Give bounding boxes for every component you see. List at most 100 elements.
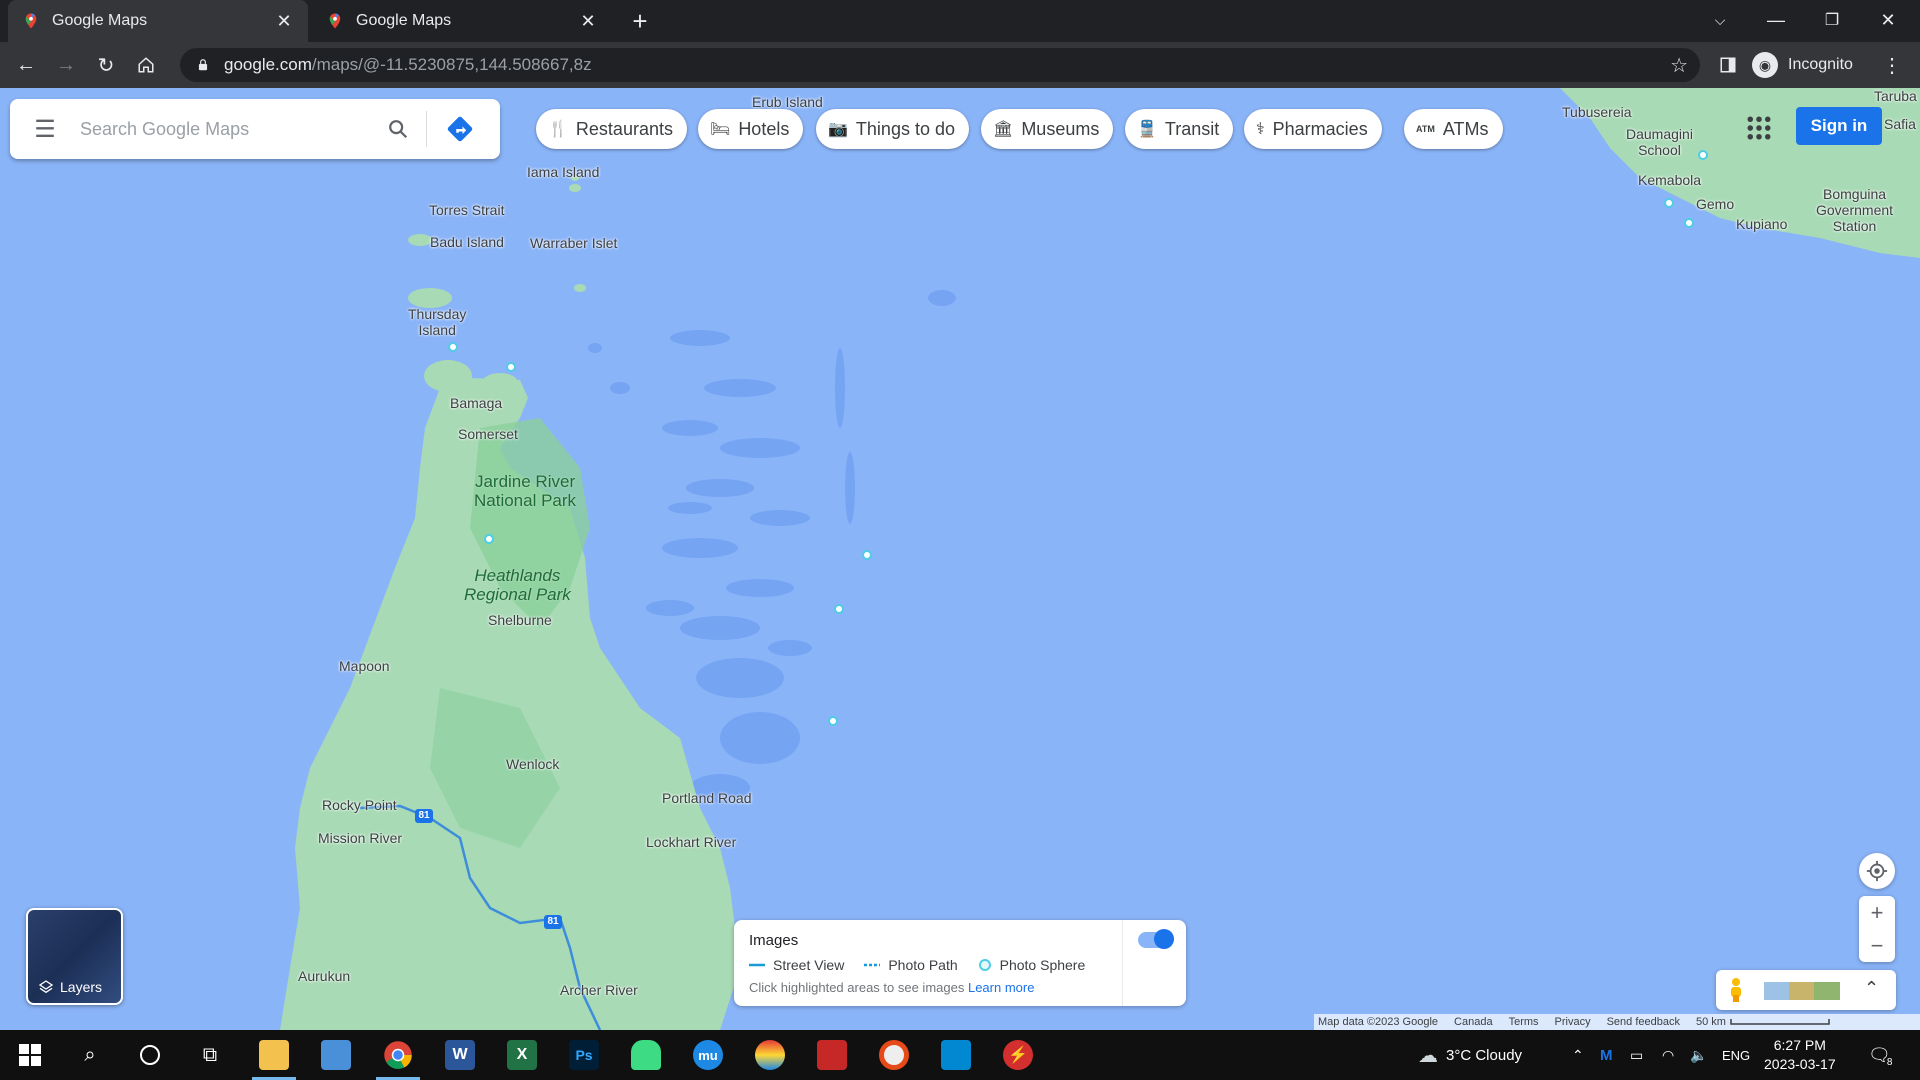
address-bar[interactable]: google.com/maps/@-11.5230875,144.508667,… (180, 48, 1700, 82)
close-tab-icon[interactable]: ✕ (578, 11, 598, 32)
photo-sphere-marker[interactable] (448, 342, 458, 352)
tray-app-icon[interactable]: M (1600, 1030, 1613, 1080)
chip-restaurants[interactable]: 🍴 Restaurants (536, 109, 687, 149)
close-tab-icon[interactable]: ✕ (274, 11, 294, 32)
taskbar-search-icon[interactable]: ⌕ (62, 1030, 118, 1080)
place-label[interactable]: Lockhart River (646, 834, 736, 850)
windows-start-icon[interactable] (2, 1030, 58, 1080)
tab-search-chevron-icon[interactable]: ⌵ (1692, 0, 1748, 40)
photo-sphere-marker[interactable] (1684, 218, 1694, 228)
back-arrow-icon[interactable]: ← (10, 49, 42, 81)
place-label[interactable]: Badu Island (430, 234, 504, 250)
forward-arrow-icon[interactable]: → (50, 49, 82, 81)
photos-app-icon[interactable] (928, 1030, 984, 1080)
park-label[interactable]: Jardine River National Park (474, 472, 576, 510)
layers-button[interactable]: Layers (26, 908, 123, 1005)
chip-atms[interactable]: ATM ATMs (1404, 109, 1503, 149)
android-app-icon[interactable] (618, 1030, 674, 1080)
google-apps-grid-icon[interactable] (1744, 113, 1774, 143)
photo-sphere-marker[interactable] (834, 604, 844, 614)
imagery-thumbnails[interactable] (1764, 982, 1840, 1000)
battery-icon[interactable]: ▭ (1630, 1030, 1643, 1080)
photo-sphere-marker[interactable] (506, 362, 516, 372)
browser-tab[interactable]: Google Maps ✕ (312, 0, 612, 42)
search-icon[interactable] (370, 118, 426, 140)
pegman-icon[interactable] (1726, 977, 1746, 1003)
search-input[interactable] (80, 118, 370, 140)
chip-pharmacies[interactable]: ⚕ Pharmacies (1244, 109, 1382, 149)
place-label[interactable]: Torres Strait (429, 202, 504, 218)
expand-chevron-icon[interactable]: ⌃ (1864, 978, 1879, 999)
photo-sphere-marker[interactable] (1664, 198, 1674, 208)
place-label[interactable]: Daumagini School (1626, 126, 1693, 158)
sign-in-button[interactable]: Sign in (1796, 107, 1882, 145)
bookmark-star-icon[interactable]: ☆ (1670, 53, 1688, 78)
place-label[interactable]: Somerset (458, 426, 518, 442)
place-label[interactable]: Gemo (1696, 196, 1734, 212)
incognito-badge[interactable]: ◉ Incognito (1752, 48, 1853, 82)
control-panel-icon[interactable] (308, 1030, 364, 1080)
place-label[interactable]: Rocky Point (322, 797, 397, 813)
directions-icon[interactable] (427, 114, 493, 144)
place-label[interactable]: Archer River (560, 982, 638, 998)
zoom-in-icon[interactable]: + (1871, 896, 1884, 929)
wifi-icon[interactable]: ◠ (1662, 1030, 1674, 1080)
word-icon[interactable]: W (432, 1030, 488, 1080)
place-label[interactable]: Mapoon (339, 658, 390, 674)
send-feedback-link[interactable]: Send feedback (1607, 1016, 1680, 1028)
place-label[interactable]: Shelburne (488, 612, 552, 628)
photo-sphere-marker[interactable] (828, 716, 838, 726)
park-label[interactable]: Heathlands Regional Park (464, 566, 571, 604)
place-label[interactable]: Tubusereia (1562, 104, 1632, 120)
place-label[interactable]: Warraber Islet (530, 235, 617, 251)
place-label[interactable]: Iama Island (527, 164, 599, 180)
place-label[interactable]: Kemabola (1638, 172, 1701, 188)
mu-app-icon[interactable]: mu (680, 1030, 736, 1080)
photo-sphere-marker[interactable] (484, 534, 494, 544)
video-app-icon[interactable] (804, 1030, 860, 1080)
show-hidden-icons-icon[interactable]: ⌃ (1572, 1030, 1584, 1080)
place-label[interactable]: Bamaga (450, 395, 502, 411)
place-label[interactable]: Thursday Island (408, 306, 466, 338)
media-app-icon[interactable] (742, 1030, 798, 1080)
browser-tab-active[interactable]: Google Maps ✕ (8, 0, 308, 42)
reload-icon[interactable]: ↻ (90, 49, 122, 81)
new-tab-button[interactable]: + (624, 6, 656, 36)
chrome-icon[interactable] (370, 1030, 426, 1080)
side-panel-icon[interactable] (1712, 49, 1744, 81)
photo-sphere-marker[interactable] (862, 550, 872, 560)
notification-center-icon[interactable]: 🗨 8 (1868, 1030, 1892, 1080)
volume-icon[interactable]: 🔈 (1690, 1030, 1707, 1080)
home-icon[interactable] (130, 49, 162, 81)
learn-more-link[interactable]: Learn more (968, 980, 1034, 995)
chip-museums[interactable]: 🏛 Museums (981, 109, 1114, 149)
minimize-window-icon[interactable]: — (1748, 0, 1804, 40)
task-view-icon[interactable]: ⧉ (182, 1030, 238, 1080)
country-link[interactable]: Canada (1454, 1016, 1493, 1028)
place-label[interactable]: Bomguina Government Station (1816, 186, 1893, 234)
place-label[interactable]: Erub Island (752, 94, 823, 110)
restore-window-icon[interactable]: ❐ (1804, 0, 1860, 40)
hamburger-menu-icon[interactable]: ☰ (10, 99, 80, 159)
images-toggle[interactable] (1138, 929, 1174, 949)
language-indicator[interactable]: ENG (1722, 1030, 1750, 1080)
more-menu-icon[interactable]: ⋮ (1876, 49, 1908, 81)
place-label[interactable]: Safia (1884, 116, 1916, 132)
place-label[interactable]: Taruba (1874, 88, 1917, 104)
excel-icon[interactable]: X (494, 1030, 550, 1080)
photo-sphere-marker[interactable] (1698, 150, 1708, 160)
file-explorer-icon[interactable] (246, 1030, 302, 1080)
photoshop-icon[interactable]: Ps (556, 1030, 612, 1080)
scale-label[interactable]: 50 km (1696, 1016, 1726, 1028)
place-label[interactable]: Wenlock (506, 756, 559, 772)
chip-things-to-do[interactable]: 📷 Things to do (816, 109, 969, 149)
place-label[interactable]: Portland Road (662, 790, 752, 806)
zoom-out-icon[interactable]: − (1871, 929, 1884, 962)
system-clock[interactable]: 6:27 PM 2023-03-17 (1764, 1036, 1836, 1074)
chip-hotels[interactable]: 🛏 Hotels (698, 109, 804, 149)
privacy-link[interactable]: Privacy (1555, 1016, 1591, 1028)
place-label[interactable]: Aurukun (298, 968, 350, 984)
my-location-button[interactable] (1859, 853, 1895, 889)
place-label[interactable]: Kupiano (1736, 216, 1787, 232)
flash-app-icon[interactable]: ⚡ (990, 1030, 1046, 1080)
